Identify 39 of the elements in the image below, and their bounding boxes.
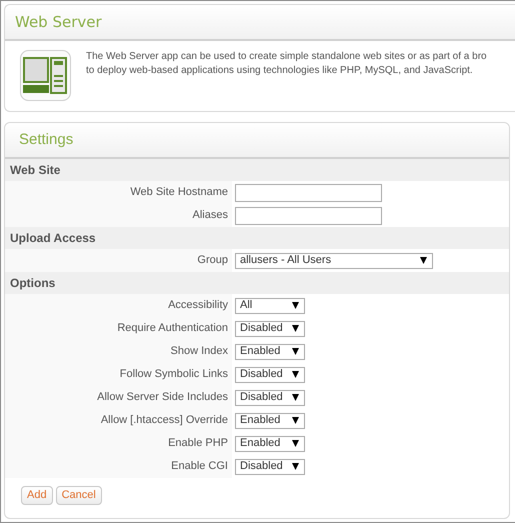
section-heading: Options [10, 275, 56, 292]
text-input[interactable] [235, 206, 382, 224]
dropdown[interactable]: allusers - All Users [235, 252, 433, 268]
caret-icon [292, 417, 299, 424]
dropdown[interactable]: Enabled [235, 344, 305, 360]
dropdown[interactable]: Enabled [235, 412, 305, 428]
field-label: Enable CGI [171, 459, 228, 474]
field-label: Group [197, 253, 228, 268]
caret-icon [420, 257, 427, 264]
field-label: Require Authentication [117, 321, 228, 336]
field-label: Aliases [192, 208, 228, 224]
field-label: Enable PHP [168, 436, 228, 452]
dropdown[interactable]: Disabled [235, 390, 305, 406]
description-text: to deploy web-based applications using technologies like PHP, MySQL, and JavaScript. [86, 64, 474, 78]
caret-icon [292, 302, 299, 309]
dropdown[interactable]: Disabled [235, 458, 305, 474]
dropdown[interactable]: Disabled [235, 320, 305, 336]
field-label: Accessibility [168, 298, 228, 314]
field-label: Follow Symbolic Links [120, 367, 228, 382]
card-title: Settings [19, 130, 74, 150]
card-title: Web Server [15, 12, 102, 33]
text-input[interactable] [235, 184, 382, 202]
section-heading: Web Site [10, 162, 60, 179]
caret-icon [292, 440, 299, 447]
field-label: Show Index [170, 344, 228, 360]
dropdown[interactable]: Enabled [235, 436, 305, 452]
caret-icon [292, 394, 299, 401]
description-text: The Web Server app can be used to create simple standalone web sites or as part of a bro [86, 50, 487, 64]
dropdown[interactable]: All [235, 298, 305, 314]
field-label: Allow Server Side Includes [97, 390, 228, 406]
caret-icon [292, 348, 299, 355]
web-server-icon [20, 50, 71, 101]
field-label: Allow [.htaccess] Override [100, 413, 228, 428]
caret-icon [292, 371, 299, 378]
section-heading: Upload Access [10, 230, 96, 247]
field-label: Web Site Hostname [130, 185, 228, 200]
caret-icon [292, 463, 299, 470]
caret-icon [292, 325, 299, 332]
dropdown[interactable]: Disabled [235, 366, 305, 382]
